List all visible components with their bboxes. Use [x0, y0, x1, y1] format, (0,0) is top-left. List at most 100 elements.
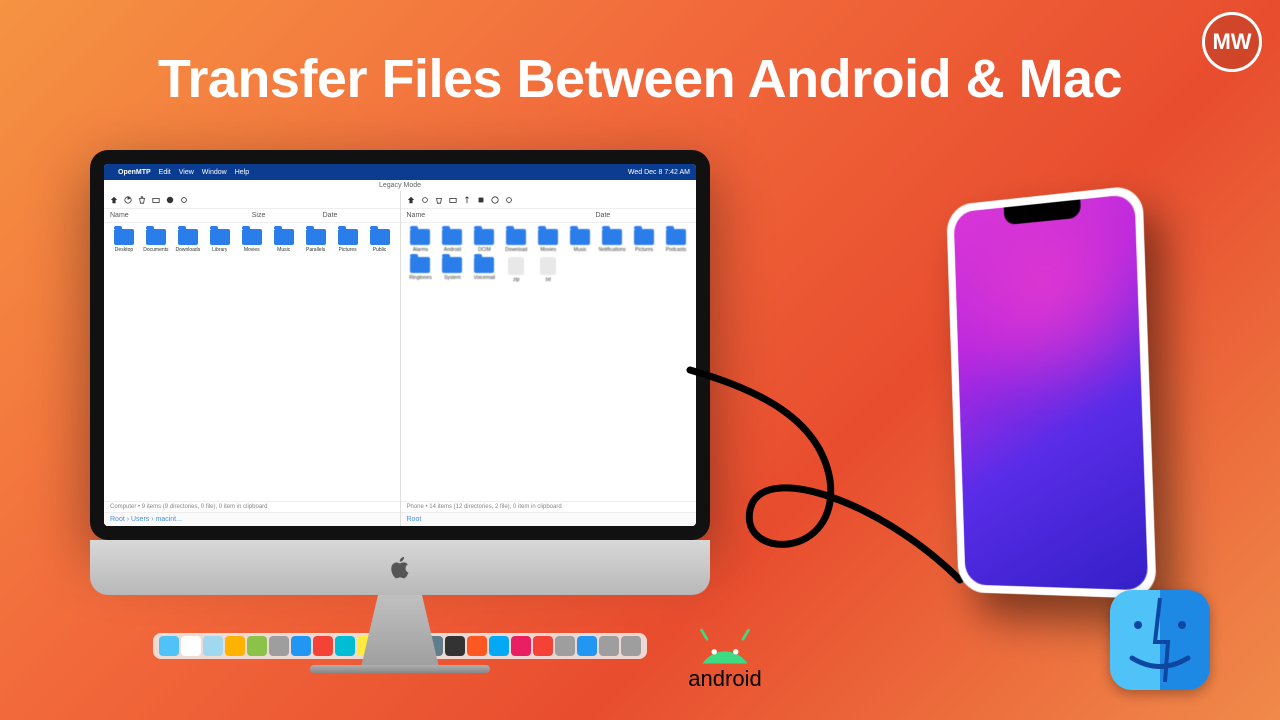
- folder-item[interactable]: Alarms: [407, 229, 435, 253]
- folder-label: Downloads: [175, 247, 200, 253]
- folder-item[interactable]: Voicemail: [470, 257, 498, 283]
- folder-item[interactable]: Notifications: [598, 229, 626, 253]
- col-name[interactable]: Name: [407, 212, 596, 219]
- phone-frame: [946, 185, 1157, 599]
- folder-label: Voicemail: [474, 275, 495, 281]
- delete-icon[interactable]: [138, 196, 146, 204]
- folder-icon: [602, 229, 622, 245]
- folder-label: Desktop: [115, 247, 133, 253]
- file-item[interactable]: txt: [534, 257, 562, 283]
- folder-label: System: [444, 275, 461, 281]
- folder-label: Podcasts: [666, 247, 687, 253]
- folder-icon: [474, 257, 494, 273]
- phone-screen: [954, 194, 1149, 591]
- folder-icon: [666, 229, 686, 245]
- folder-label: Notifications: [599, 247, 626, 253]
- up-icon[interactable]: [407, 196, 415, 204]
- folder-icon: [338, 229, 358, 245]
- folder-item[interactable]: Documents: [142, 229, 170, 253]
- imac-device: OpenMTP Edit View Window Help Wed Dec 8 …: [90, 150, 710, 673]
- phone-device: [946, 185, 1157, 599]
- col-name[interactable]: Name: [110, 212, 252, 219]
- folder-label: Library: [212, 247, 227, 253]
- folder-label: Public: [373, 247, 387, 253]
- device-pane: Name Date Alarms Android DCIM Download Movie…: [401, 191, 697, 526]
- mode-label: Legacy Mode: [104, 180, 696, 191]
- imac-base: [310, 665, 490, 673]
- folder-label: DCIM: [478, 247, 491, 253]
- folder-item[interactable]: Public: [366, 229, 394, 253]
- folder-item[interactable]: Download: [502, 229, 530, 253]
- folder-label: Pictures: [339, 247, 357, 253]
- channel-badge: MW: [1202, 12, 1262, 72]
- local-status: Computer • 9 items (9 directories, 0 fil…: [104, 501, 400, 512]
- device-status: Phone • 14 items (12 directories, 2 file…: [401, 501, 697, 512]
- folder-icon: [178, 229, 198, 245]
- folder-item[interactable]: Podcasts: [662, 229, 690, 253]
- folder-label: Ringtones: [409, 275, 432, 281]
- device-breadcrumb[interactable]: Root: [401, 512, 697, 526]
- folder-icon: [114, 229, 134, 245]
- imac-chin: [90, 540, 710, 595]
- github-icon[interactable]: [166, 196, 174, 204]
- settings-icon[interactable]: [180, 196, 188, 204]
- folder-item[interactable]: Desktop: [110, 229, 138, 253]
- folder-item[interactable]: Library: [206, 229, 234, 253]
- folder-item[interactable]: Music: [270, 229, 298, 253]
- info-icon[interactable]: [491, 196, 499, 204]
- folder-label: Android: [444, 247, 461, 253]
- file-label: zip: [513, 277, 519, 283]
- device-folders: Alarms Android DCIM Download MoviesMusic Noti…: [401, 223, 697, 289]
- folder-icon: [410, 229, 430, 245]
- menu-view[interactable]: View: [179, 169, 194, 176]
- folder-icon: [570, 229, 590, 245]
- folder-icon: [538, 229, 558, 245]
- folder-item[interactable]: Music: [566, 229, 594, 253]
- menu-edit[interactable]: Edit: [159, 169, 171, 176]
- folder-label: Download: [505, 247, 527, 253]
- folder-item[interactable]: System: [438, 257, 466, 283]
- app-window: OpenMTP Edit View Window Help Wed Dec 8 …: [104, 164, 696, 526]
- folder-icon: [474, 229, 494, 245]
- folder-item[interactable]: Ringtones: [407, 257, 435, 283]
- newfolder-icon[interactable]: [449, 196, 457, 204]
- folder-icon: [442, 229, 462, 245]
- app-name[interactable]: OpenMTP: [118, 169, 151, 176]
- up-icon[interactable]: [110, 196, 118, 204]
- refresh-icon[interactable]: [124, 196, 132, 204]
- newfolder-icon[interactable]: [152, 196, 160, 204]
- col-date[interactable]: Date: [323, 212, 394, 219]
- folder-icon: [306, 229, 326, 245]
- menu-help[interactable]: Help: [235, 169, 249, 176]
- folder-item[interactable]: Movies: [534, 229, 562, 253]
- file-item[interactable]: zip: [502, 257, 530, 283]
- folder-label: Alarms: [413, 247, 429, 253]
- delete-icon[interactable]: [435, 196, 443, 204]
- folder-item[interactable]: Android: [438, 229, 466, 253]
- folder-icon: [210, 229, 230, 245]
- menu-window[interactable]: Window: [202, 169, 227, 176]
- folder-icon: [442, 257, 462, 273]
- folder-item[interactable]: DCIM: [470, 229, 498, 253]
- local-breadcrumb[interactable]: Root › Users › macint...: [104, 512, 400, 526]
- usb-icon[interactable]: [463, 196, 471, 204]
- local-headers: Name Size Date: [104, 209, 400, 223]
- folder-item[interactable]: Parallels: [302, 229, 330, 253]
- apple-logo-icon: [387, 555, 413, 581]
- storage-icon[interactable]: [477, 196, 485, 204]
- folder-icon: [242, 229, 262, 245]
- android-logo: android: [680, 614, 770, 692]
- menubar[interactable]: OpenMTP Edit View Window Help Wed Dec 8 …: [104, 164, 696, 180]
- folder-icon: [410, 257, 430, 273]
- local-folders: Desktop Documents Downloads Library MoviesMu…: [104, 223, 400, 259]
- folder-label: Parallels: [306, 247, 325, 253]
- folder-item[interactable]: Downloads: [174, 229, 202, 253]
- refresh-icon[interactable]: [421, 196, 429, 204]
- col-date[interactable]: Date: [596, 212, 691, 219]
- col-size[interactable]: Size: [252, 212, 323, 219]
- folder-item[interactable]: Movies: [238, 229, 266, 253]
- folder-item[interactable]: Pictures: [630, 229, 658, 253]
- local-toolbar: [104, 191, 400, 209]
- folder-item[interactable]: Pictures: [334, 229, 362, 253]
- settings-icon[interactable]: [505, 196, 513, 204]
